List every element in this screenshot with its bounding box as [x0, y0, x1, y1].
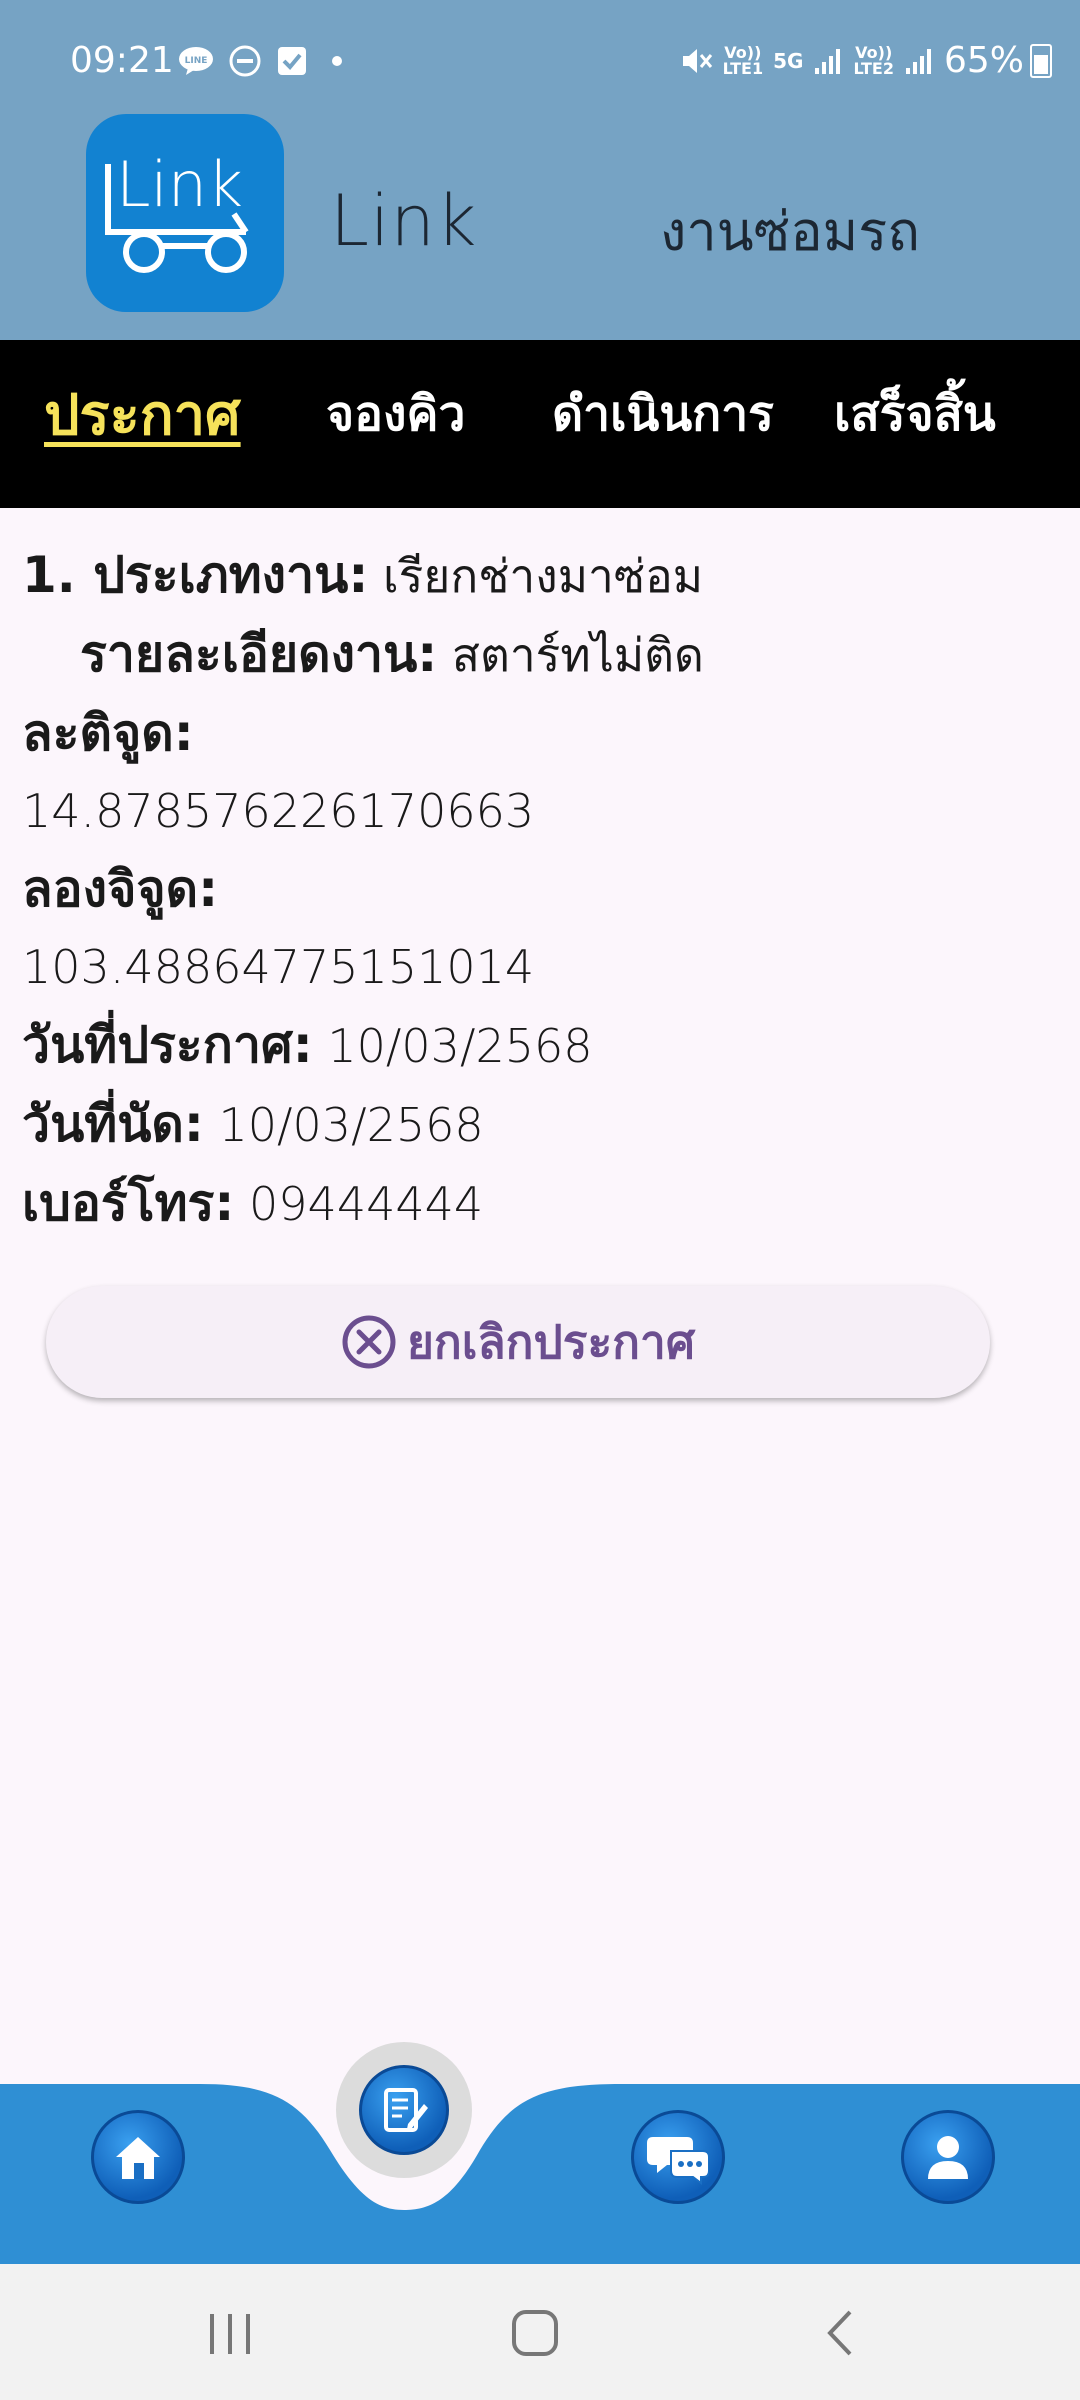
nav-chat-button[interactable] — [631, 2110, 725, 2204]
back-icon[interactable] — [820, 2308, 860, 2358]
mute-icon — [682, 48, 712, 73]
appointment-date-value: 10/03/2568 — [218, 1098, 484, 1152]
nav-post-fab — [359, 2065, 449, 2155]
appointment-date-label: วันที่นัด: — [22, 1095, 204, 1153]
job-detail-row: รายละเอียดงาน: สตาร์ทไม่ติด — [22, 615, 1062, 694]
signal-icon — [815, 48, 841, 74]
job-detail-label: รายละเอียดงาน: — [80, 625, 438, 683]
signal-icon — [905, 48, 931, 74]
announce-date-label: วันที่ประกาศ: — [22, 1016, 313, 1074]
job-type-row: 1. ประเภทงาน: เรียกช่างมาซ่อม — [22, 536, 1062, 615]
home-icon — [116, 2137, 160, 2179]
announce-date-row: วันที่ประกาศ: 10/03/2568 — [22, 1006, 1062, 1085]
sim2-label: Vo)) LTE2 — [853, 42, 894, 78]
sim1-label: Vo)) LTE1 — [722, 42, 764, 78]
phone-value: 09444444 — [249, 1177, 484, 1231]
status-notification-icons: LINE — [178, 44, 352, 78]
tab-in-progress[interactable]: ดำเนินการ — [552, 376, 774, 452]
status-time: 09:21 — [70, 40, 174, 81]
job-type-value: เรียกช่างมาซ่อม — [382, 549, 704, 603]
dnd-icon — [229, 45, 261, 77]
dot-icon — [332, 56, 342, 66]
nav-post-button[interactable] — [336, 2042, 472, 2178]
svg-text:Link: Link — [116, 148, 243, 221]
tab-queue[interactable]: จองคิว — [326, 376, 465, 452]
app-header: 09:21 LINE Vo)) LTE1 5G Vo)) LTE2 65% Li… — [0, 0, 1080, 340]
system-navigation-bar — [0, 2264, 1080, 2400]
svg-text:LINE: LINE — [185, 56, 208, 66]
app-name: Link — [330, 180, 478, 262]
tow-truck-logo-icon: Link — [105, 148, 249, 273]
edit-document-icon — [384, 2088, 428, 2132]
phone-row: เบอร์โทร: 09444444 — [22, 1164, 1062, 1243]
longitude-value: 103.48864775151014 — [22, 940, 535, 994]
nav-profile-button[interactable] — [901, 2110, 995, 2204]
tab-completed[interactable]: เสร็จสิ้น — [834, 376, 996, 452]
line-icon: LINE — [179, 47, 213, 75]
battery-percent: 65% — [943, 40, 1024, 81]
latitude-value: 14.878576226170663 — [22, 784, 535, 838]
longitude-label: ลองจิจูด: — [22, 860, 219, 918]
chat-icon — [647, 2137, 709, 2185]
profile-icon — [928, 2136, 968, 2179]
app-logo: Link — [86, 114, 284, 312]
cancel-circle-icon — [342, 1315, 396, 1369]
home-system-icon[interactable] — [510, 2308, 560, 2358]
status-bar: 09:21 LINE Vo)) LTE1 5G Vo)) LTE2 65% — [0, 0, 1080, 120]
job-detail-value: สตาร์ทไม่ติด — [451, 628, 704, 682]
job-details: 1. ประเภทงาน: เรียกช่างมาซ่อม รายละเอียด… — [22, 536, 1062, 1243]
battery-indicator: 65% — [944, 40, 1052, 81]
nav-home-button[interactable] — [91, 2110, 185, 2204]
appointment-date-row: วันที่นัด: 10/03/2568 — [22, 1085, 1062, 1164]
check-icon — [278, 47, 306, 75]
latitude-label: ละติจูด: — [22, 704, 194, 762]
cancel-button-label: ยกเลิกประกาศ — [406, 1314, 696, 1369]
phone-label: เบอร์โทร: — [22, 1174, 235, 1232]
job-type-label: 1. ประเภทงาน: — [22, 546, 369, 604]
tab-bar: ประกาศ จองคิว ดำเนินการ เสร็จสิ้น — [0, 340, 1080, 508]
battery-icon — [1030, 43, 1052, 78]
recent-apps-icon[interactable] — [206, 2312, 256, 2356]
cancel-announcement-button[interactable]: ยกเลิกประกาศ — [46, 1286, 990, 1398]
tab-announcement[interactable]: ประกาศ — [44, 370, 241, 459]
network-label: 5G — [773, 48, 804, 73]
announce-date-value: 10/03/2568 — [327, 1019, 593, 1073]
page-title: งานซ่อมรถ — [660, 200, 920, 263]
status-system-icons: Vo)) LTE1 5G Vo)) LTE2 65% — [679, 40, 1052, 81]
